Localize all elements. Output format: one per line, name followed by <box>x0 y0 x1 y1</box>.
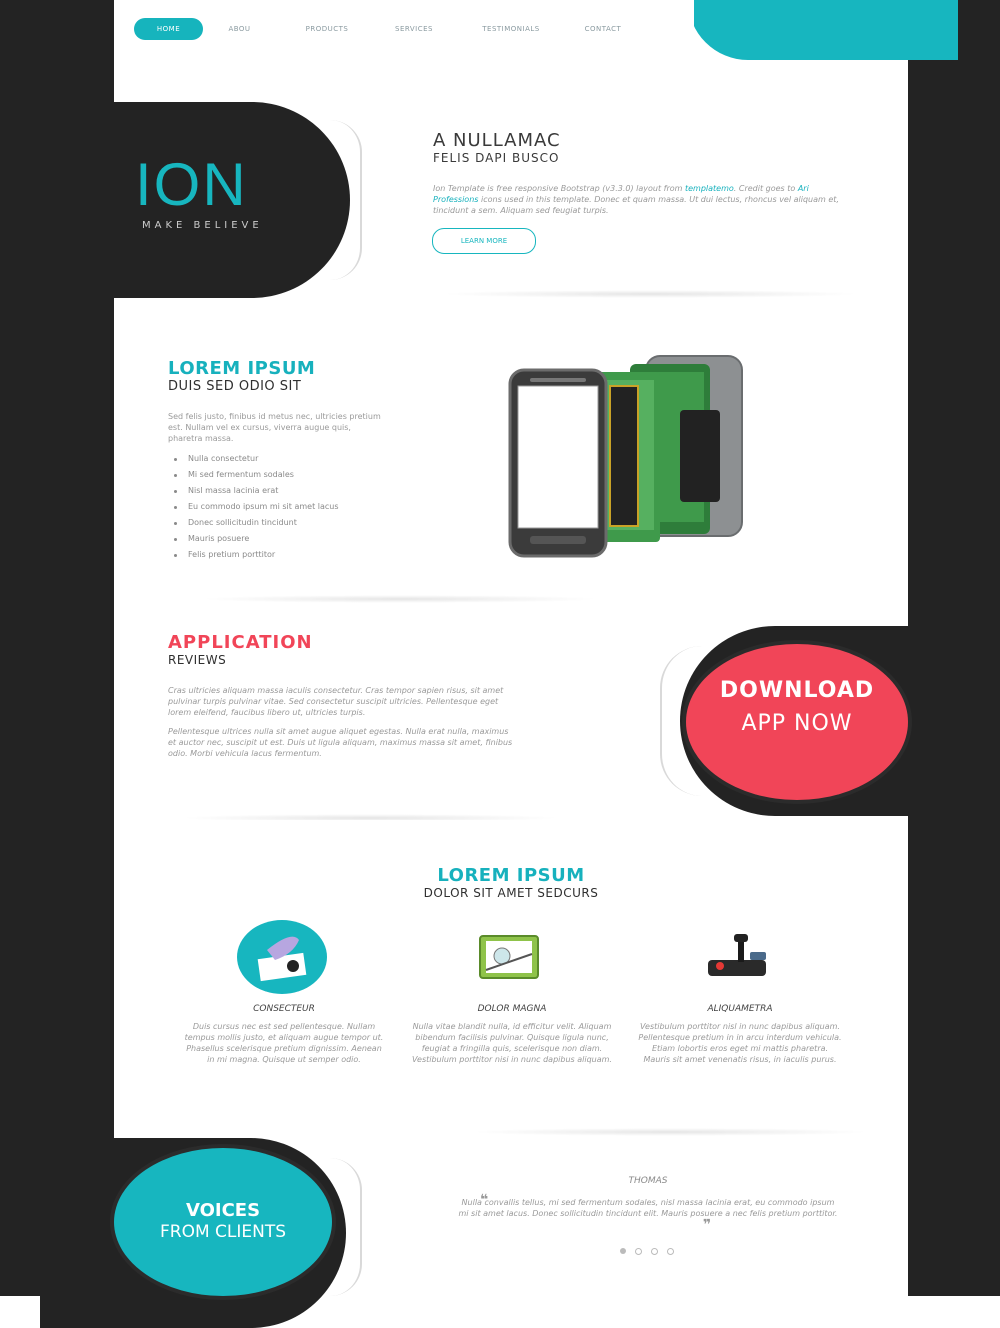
lorem-title: LOREM IPSUM <box>168 358 316 379</box>
templatemo-link[interactable]: templatemo <box>685 184 734 193</box>
teal-corner-accent <box>688 0 958 60</box>
list-item: Mi sed fermentum sodales <box>168 467 408 483</box>
reviews-subtitle: REVIEWS <box>168 653 227 667</box>
feature-title: ALIQUAMETRA <box>707 1004 773 1014</box>
nav-products[interactable]: PRODUCTS <box>276 25 378 33</box>
chart-screen-icon[interactable] <box>472 930 548 986</box>
reviews-title: APPLICATION <box>168 632 313 653</box>
main-nav: HOME ABOU PRODUCTS SERVICES TESTIMONIALS… <box>134 18 634 40</box>
phone-illustration <box>508 355 743 558</box>
feature-body: Nulla vitae blandit nulla, id efficitur … <box>412 1022 612 1064</box>
divider-shadow <box>470 1128 870 1136</box>
list-item: Eu commodo ipsum mi sit amet lacus <box>168 499 408 515</box>
nav-home[interactable]: HOME <box>134 18 203 40</box>
quill-pen-icon[interactable] <box>237 920 327 994</box>
features-subtitle: DOLOR SIT AMET SEDCURS <box>423 886 599 900</box>
nav-testimonials[interactable]: TESTIMONIALS <box>450 25 572 33</box>
carousel-dots <box>620 1248 674 1255</box>
list-item: Mauris posuere <box>168 531 408 547</box>
download-line-2: APP NOW <box>741 711 853 736</box>
nav-panel-cover <box>114 0 694 82</box>
hero-body: Ion Template is free responsive Bootstra… <box>433 184 839 215</box>
lorem-subtitle: DUIS SED ODIO SIT <box>168 379 302 394</box>
lorem-list: Nulla consectetur Mi sed fermentum sodal… <box>168 451 408 563</box>
hero-tagline: MAKE BELIEVE <box>142 220 263 231</box>
nav-services[interactable]: SERVICES <box>378 25 450 33</box>
feature-body: Duis cursus nec est sed pellentesque. Nu… <box>184 1022 384 1064</box>
features-title: LOREM IPSUM <box>437 865 585 886</box>
list-item: Nisl massa lacinia erat <box>168 483 408 499</box>
hero-title: A NULLAMAC <box>433 130 561 151</box>
reviews-para-2: Pellentesque ultrices nulla sit amet aug… <box>168 727 513 758</box>
lorem-body: Sed felis justo, finibus id metus nec, u… <box>168 412 381 443</box>
reviews-para-1: Cras ultricies aliquam massa iaculis con… <box>168 686 504 717</box>
divider-shadow <box>200 595 600 603</box>
carousel-dot[interactable] <box>635 1248 642 1255</box>
nav-contact[interactable]: CONTACT <box>572 25 634 33</box>
list-item: Nulla consectetur <box>168 451 408 467</box>
feature-body: Vestibulum porttitor nisl in nunc dapibu… <box>638 1022 842 1064</box>
voices-ring <box>330 1158 362 1296</box>
carousel-dot-active[interactable] <box>620 1248 626 1254</box>
joystick-icon[interactable] <box>702 930 774 986</box>
download-line-1: DOWNLOAD <box>719 678 875 703</box>
feature-title: DOLOR MAGNA <box>477 1004 547 1014</box>
list-item: Felis pretium porttitor <box>168 547 408 563</box>
learn-more-button[interactable]: LEARN MORE <box>432 228 536 254</box>
hero-subtitle: FELIS DAPI BUSCO <box>433 151 560 165</box>
voices-line-2: FROM CLIENTS <box>159 1222 287 1242</box>
hero-logo: ION <box>135 151 248 218</box>
divider-shadow <box>440 290 860 298</box>
carousel-dot[interactable] <box>667 1248 674 1255</box>
carousel-dot[interactable] <box>651 1248 658 1255</box>
testimonial-name: THOMAS <box>628 1176 668 1186</box>
feature-title: CONSECTEUR <box>253 1004 315 1014</box>
close-quote-icon: ❞ <box>703 1217 712 1233</box>
nav-about[interactable]: ABOU <box>203 25 276 33</box>
list-item: Donec sollicitudin tincidunt <box>168 515 408 531</box>
voices-line-1: VOICES <box>185 1200 261 1221</box>
testimonial-quote: Nulla convallis tellus, mi sed fermentum… <box>458 1198 838 1218</box>
hero-ring <box>330 120 362 280</box>
